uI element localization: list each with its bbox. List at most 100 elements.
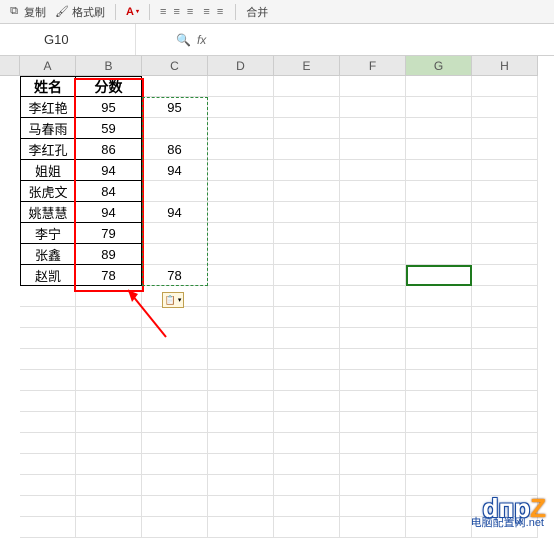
cell-F16[interactable]: [340, 391, 406, 412]
cell-F19[interactable]: [340, 454, 406, 475]
cell-A13[interactable]: [20, 328, 76, 349]
cell-G9[interactable]: [406, 244, 472, 265]
cell-D18[interactable]: [208, 433, 274, 454]
cell-G11[interactable]: [406, 286, 472, 307]
cell-H3[interactable]: [472, 118, 538, 139]
cell-C4[interactable]: 86: [142, 139, 208, 160]
cell-D3[interactable]: [208, 118, 274, 139]
cell-B21[interactable]: [76, 496, 142, 517]
cell-B6[interactable]: 84: [76, 181, 142, 202]
cell-A5[interactable]: 姐姐: [20, 160, 76, 181]
cell-B11[interactable]: [76, 286, 142, 307]
cell-C6[interactable]: [142, 181, 208, 202]
cell-G18[interactable]: [406, 433, 472, 454]
cell-E18[interactable]: [274, 433, 340, 454]
cell-C22[interactable]: [142, 517, 208, 538]
cell-A21[interactable]: [20, 496, 76, 517]
cell-A19[interactable]: [20, 454, 76, 475]
cell-A6[interactable]: 张虎文: [20, 181, 76, 202]
cell-E1[interactable]: [274, 76, 340, 97]
cell-B18[interactable]: [76, 433, 142, 454]
cell-C13[interactable]: [142, 328, 208, 349]
cell-B5[interactable]: 94: [76, 160, 142, 181]
cell-B22[interactable]: [76, 517, 142, 538]
cell-C16[interactable]: [142, 391, 208, 412]
cell-H9[interactable]: [472, 244, 538, 265]
cell-E19[interactable]: [274, 454, 340, 475]
search-icon[interactable]: 🔍: [176, 33, 191, 47]
cell-A14[interactable]: [20, 349, 76, 370]
cell-F8[interactable]: [340, 223, 406, 244]
cell-G1[interactable]: [406, 76, 472, 97]
cell-C10[interactable]: 78: [142, 265, 208, 286]
cell-D20[interactable]: [208, 475, 274, 496]
cell-G15[interactable]: [406, 370, 472, 391]
cell-C7[interactable]: 94: [142, 202, 208, 223]
cell-C17[interactable]: [142, 412, 208, 433]
cell-B7[interactable]: 94: [76, 202, 142, 223]
cell-F3[interactable]: [340, 118, 406, 139]
cell-A20[interactable]: [20, 475, 76, 496]
cell-E17[interactable]: [274, 412, 340, 433]
cell-F1[interactable]: [340, 76, 406, 97]
cell-B17[interactable]: [76, 412, 142, 433]
cell-A15[interactable]: [20, 370, 76, 391]
cell-D14[interactable]: [208, 349, 274, 370]
column-header-E[interactable]: E: [274, 56, 340, 76]
cell-E12[interactable]: [274, 307, 340, 328]
cell-D7[interactable]: [208, 202, 274, 223]
cell-C15[interactable]: [142, 370, 208, 391]
cell-E21[interactable]: [274, 496, 340, 517]
cell-H18[interactable]: [472, 433, 538, 454]
cell-E10[interactable]: [274, 265, 340, 286]
cell-F2[interactable]: [340, 97, 406, 118]
cell-F15[interactable]: [340, 370, 406, 391]
format-painter-button[interactable]: 🖌 格式刷: [54, 4, 105, 20]
cell-F20[interactable]: [340, 475, 406, 496]
cell-D6[interactable]: [208, 181, 274, 202]
cell-H15[interactable]: [472, 370, 538, 391]
cell-F22[interactable]: [340, 517, 406, 538]
cell-A11[interactable]: [20, 286, 76, 307]
cell-G7[interactable]: [406, 202, 472, 223]
cell-B9[interactable]: 89: [76, 244, 142, 265]
indent-buttons[interactable]: ≡ ≡: [203, 6, 225, 18]
cell-C20[interactable]: [142, 475, 208, 496]
cell-B14[interactable]: [76, 349, 142, 370]
cell-C12[interactable]: [142, 307, 208, 328]
cell-D11[interactable]: [208, 286, 274, 307]
cell-E16[interactable]: [274, 391, 340, 412]
name-box[interactable]: G10: [36, 24, 136, 55]
cell-E22[interactable]: [274, 517, 340, 538]
cell-B16[interactable]: [76, 391, 142, 412]
cell-E13[interactable]: [274, 328, 340, 349]
cell-G20[interactable]: [406, 475, 472, 496]
cell-C8[interactable]: [142, 223, 208, 244]
fx-label[interactable]: fx: [197, 33, 206, 47]
cell-B19[interactable]: [76, 454, 142, 475]
cell-H12[interactable]: [472, 307, 538, 328]
cell-F5[interactable]: [340, 160, 406, 181]
cell-D4[interactable]: [208, 139, 274, 160]
column-header-B[interactable]: B: [76, 56, 142, 76]
cell-A2[interactable]: 李红艳: [20, 97, 76, 118]
cell-D1[interactable]: [208, 76, 274, 97]
cell-C1[interactable]: [142, 76, 208, 97]
cell-H17[interactable]: [472, 412, 538, 433]
select-all-corner[interactable]: [0, 56, 20, 76]
cell-G19[interactable]: [406, 454, 472, 475]
column-header-F[interactable]: F: [340, 56, 406, 76]
cell-E5[interactable]: [274, 160, 340, 181]
cell-A17[interactable]: [20, 412, 76, 433]
cell-E6[interactable]: [274, 181, 340, 202]
cell-B15[interactable]: [76, 370, 142, 391]
cell-B10[interactable]: 78: [76, 265, 142, 286]
font-color-button[interactable]: A▾: [126, 6, 139, 18]
cell-H10[interactable]: [472, 265, 538, 286]
cell-G16[interactable]: [406, 391, 472, 412]
cell-G17[interactable]: [406, 412, 472, 433]
cell-G5[interactable]: [406, 160, 472, 181]
cell-B1[interactable]: 分数: [76, 76, 142, 97]
merge-button[interactable]: 合并: [246, 4, 268, 20]
cell-D17[interactable]: [208, 412, 274, 433]
